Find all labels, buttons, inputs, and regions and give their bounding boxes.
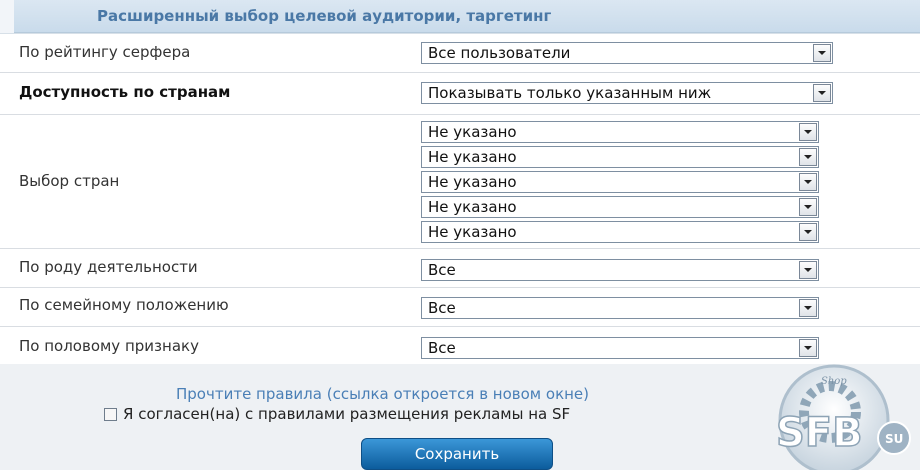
country-select-value: Не указано [428,198,517,216]
chevron-down-icon[interactable] [799,148,817,166]
country-select-value: Не указано [428,173,517,191]
chevron-down-icon[interactable] [799,123,817,141]
row-marital: По семейному положению Все [0,288,920,327]
logo-suffix: SU [885,432,903,446]
gender-select-value: Все [428,339,456,357]
chevron-down-icon[interactable] [799,173,817,191]
country-select-value: Не указано [428,123,517,141]
country-select-2[interactable]: Не указано [421,146,819,168]
agree-label[interactable]: Я согласен(на) с правилами размещения ре… [123,405,570,423]
row-rating: По рейтингу серфера Все пользователи [0,34,920,73]
marital-select[interactable]: Все [421,297,819,319]
country-select-1[interactable]: Не указано [421,121,819,143]
agree-row: Я согласен(на) с правилами размещения ре… [104,405,570,423]
chevron-down-icon[interactable] [799,299,817,317]
rating-select-value: Все пользователи [428,44,571,62]
countries-access-select[interactable]: Показывать только указанным ниж [421,82,833,104]
occupation-label: По роду деятельности [19,258,198,276]
row-gender: По половому признаку Все [0,327,920,364]
chevron-down-icon[interactable] [799,198,817,216]
save-button[interactable]: Сохранить [361,438,553,470]
countries-label: Выбор стран [19,172,120,190]
section-title: Расширенный выбор целевой аудитории, тар… [97,7,552,25]
row-countries: Выбор стран Не указано Не указано Не ука… [0,115,920,249]
gender-select[interactable]: Все [421,337,819,359]
countries-access-label: Доступность по странам [19,83,231,101]
marital-label: По семейному положению [19,296,229,314]
row-occupation: По роду деятельности Все [0,249,920,288]
country-select-3[interactable]: Не указано [421,171,819,193]
site-logo: Shop SFB SU [775,364,911,470]
targeting-form: По рейтингу серфера Все пользователи Дос… [0,33,920,365]
logo-shop-text: Shop [821,376,847,387]
chevron-down-icon[interactable] [813,44,831,62]
agree-checkbox[interactable] [104,407,117,421]
gender-label: По половому признаку [19,337,199,355]
country-select-value: Не указано [428,148,517,166]
chevron-down-icon[interactable] [799,223,817,241]
row-countries-access: Доступность по странам Показывать только… [0,73,920,115]
rules-link[interactable]: Прочтите правила (ссылка откроется в нов… [176,385,589,403]
chevron-down-icon[interactable] [799,339,817,357]
section-header: Расширенный выбор целевой аудитории, тар… [14,0,920,33]
countries-access-select-value: Показывать только указанным ниж [428,84,712,102]
logo-text: SFB [776,410,863,456]
marital-select-value: Все [428,299,456,317]
rating-label: По рейтингу серфера [19,43,191,61]
country-select-value: Не указано [428,223,517,241]
country-select-5[interactable]: Не указано [421,221,819,243]
chevron-down-icon[interactable] [799,261,817,279]
occupation-select[interactable]: Все [421,259,819,281]
rating-select[interactable]: Все пользователи [421,42,833,64]
occupation-select-value: Все [428,261,456,279]
country-select-4[interactable]: Не указано [421,196,819,218]
chevron-down-icon[interactable] [813,84,831,102]
